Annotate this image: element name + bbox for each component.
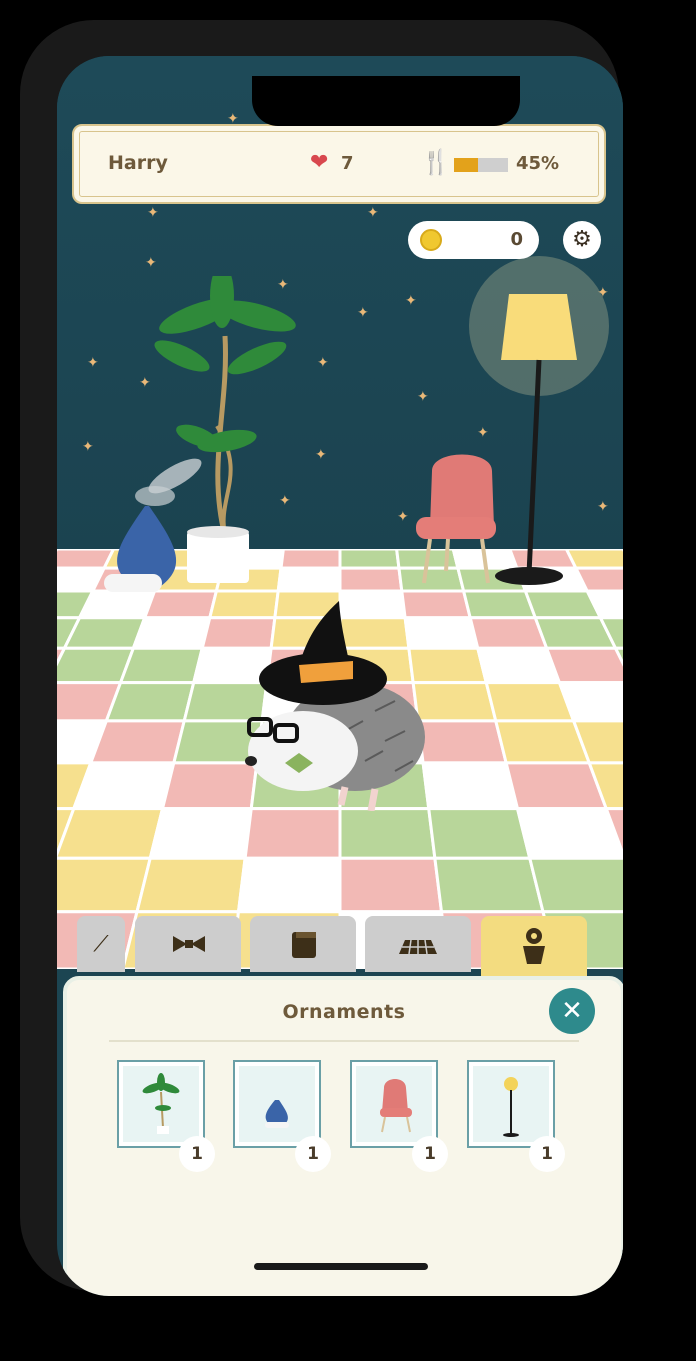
food-meter (454, 158, 508, 172)
pet-status-bar: Harry ❤ 7 🍴 45% (72, 124, 606, 204)
floor-tile (57, 807, 165, 860)
floor-tile (421, 761, 520, 811)
star-icon: ✦ (405, 293, 417, 309)
ornament-item-humidifier[interactable] (233, 1060, 321, 1148)
floor-tile (338, 807, 437, 860)
star-icon: ✦ (367, 205, 379, 221)
floor-lamp-icon (503, 1077, 519, 1137)
star-icon: ✦ (317, 355, 329, 371)
coin-count: 0 (510, 229, 523, 250)
item-count: 1 (179, 1136, 215, 1172)
food-percent: 45% (516, 153, 560, 174)
game-screen: ✦ ✦ ✦ ✦ ✦ ✦ ✦ ✦ ✦ ✦ ✦ ✦ ✦ ✦ ✦ ✦ ✦ ✦ ✦ ✦ (57, 56, 623, 1296)
category-tabs: ⟋ (57, 916, 623, 996)
floor-tile (118, 646, 205, 685)
tab-floor[interactable] (365, 916, 471, 972)
floor-tile (88, 719, 187, 765)
floor-tile (236, 856, 342, 914)
floor-tile (416, 719, 509, 765)
coin-balance[interactable]: 0 (408, 221, 539, 259)
pink-chair-icon (380, 1079, 412, 1133)
floor-tile (148, 807, 253, 860)
phone-frame: ✦ ✦ ✦ ✦ ✦ ✦ ✦ ✦ ✦ ✦ ✦ ✦ ✦ ✦ ✦ ✦ ✦ ✦ ✦ ✦ (20, 20, 623, 1296)
ornaments-panel: Ornaments ✕ 1 1 1 1 (63, 976, 623, 1296)
settings-button[interactable]: ⚙ (563, 221, 601, 259)
floor-tile (160, 761, 259, 811)
item-count: 1 (529, 1136, 565, 1172)
bowtie-icon (173, 936, 205, 952)
humidifier (104, 458, 202, 592)
floor-tile (338, 566, 404, 593)
flower-pot-icon (523, 928, 545, 964)
scroll-icon (292, 932, 316, 958)
tab-wallpaper[interactable] (250, 916, 356, 972)
divider (109, 1040, 579, 1042)
star-icon: ✦ (357, 305, 369, 321)
close-icon: ✕ (561, 996, 583, 1026)
floor-tile (338, 549, 401, 570)
star-icon: ✦ (145, 255, 157, 271)
floor-tile (427, 807, 532, 860)
home-indicator[interactable] (254, 1263, 428, 1270)
hedgehog-pet[interactable] (245, 601, 425, 811)
star-icon: ✦ (82, 439, 94, 455)
floor-tile (57, 856, 153, 914)
heart-icon: ❤ (310, 150, 329, 175)
item-count: 1 (295, 1136, 331, 1172)
ornament-item-lamp[interactable] (467, 1060, 555, 1148)
floor-tile (62, 616, 147, 650)
floor-tile (243, 807, 342, 860)
star-icon: ✦ (147, 205, 159, 221)
ornament-item-chair[interactable] (350, 1060, 438, 1148)
floor-tile (544, 646, 623, 685)
floor-tile (527, 856, 623, 914)
star-icon: ✦ (315, 447, 327, 463)
pet-name: Harry (108, 152, 168, 174)
coin-icon (420, 229, 442, 251)
tab-accessories[interactable]: ⟋ (77, 916, 125, 972)
notch (252, 76, 520, 126)
floor-tile (411, 681, 498, 723)
fork-spoon-icon: 🍴 (421, 148, 451, 176)
tab-bowtie[interactable] (135, 916, 241, 972)
floor-tile (338, 856, 444, 914)
star-icon: ✦ (397, 509, 409, 525)
floor-tile (104, 681, 196, 723)
partial-icon: ⟋ (93, 932, 109, 957)
floor-tile (433, 856, 545, 914)
ornament-item-plant[interactable] (117, 1060, 205, 1148)
floor-lamp (469, 256, 609, 585)
floor-tile (515, 807, 623, 860)
floor-tile (468, 616, 549, 650)
star-icon: ✦ (87, 355, 99, 371)
hearts-count: 7 (341, 153, 354, 174)
palm-plant-icon (142, 1073, 180, 1134)
close-button[interactable]: ✕ (549, 988, 595, 1034)
floor-tile (131, 616, 212, 650)
floor-tile (71, 761, 176, 811)
panel-title: Ornaments (282, 1001, 406, 1023)
item-count: 1 (412, 1136, 448, 1172)
star-icon: ✦ (417, 389, 429, 405)
food-meter-fill (454, 158, 479, 172)
floor-tile (135, 856, 247, 914)
floor-tile-icon (399, 939, 437, 955)
gear-icon: ⚙ (572, 227, 592, 252)
humidifier-icon (265, 1100, 289, 1128)
